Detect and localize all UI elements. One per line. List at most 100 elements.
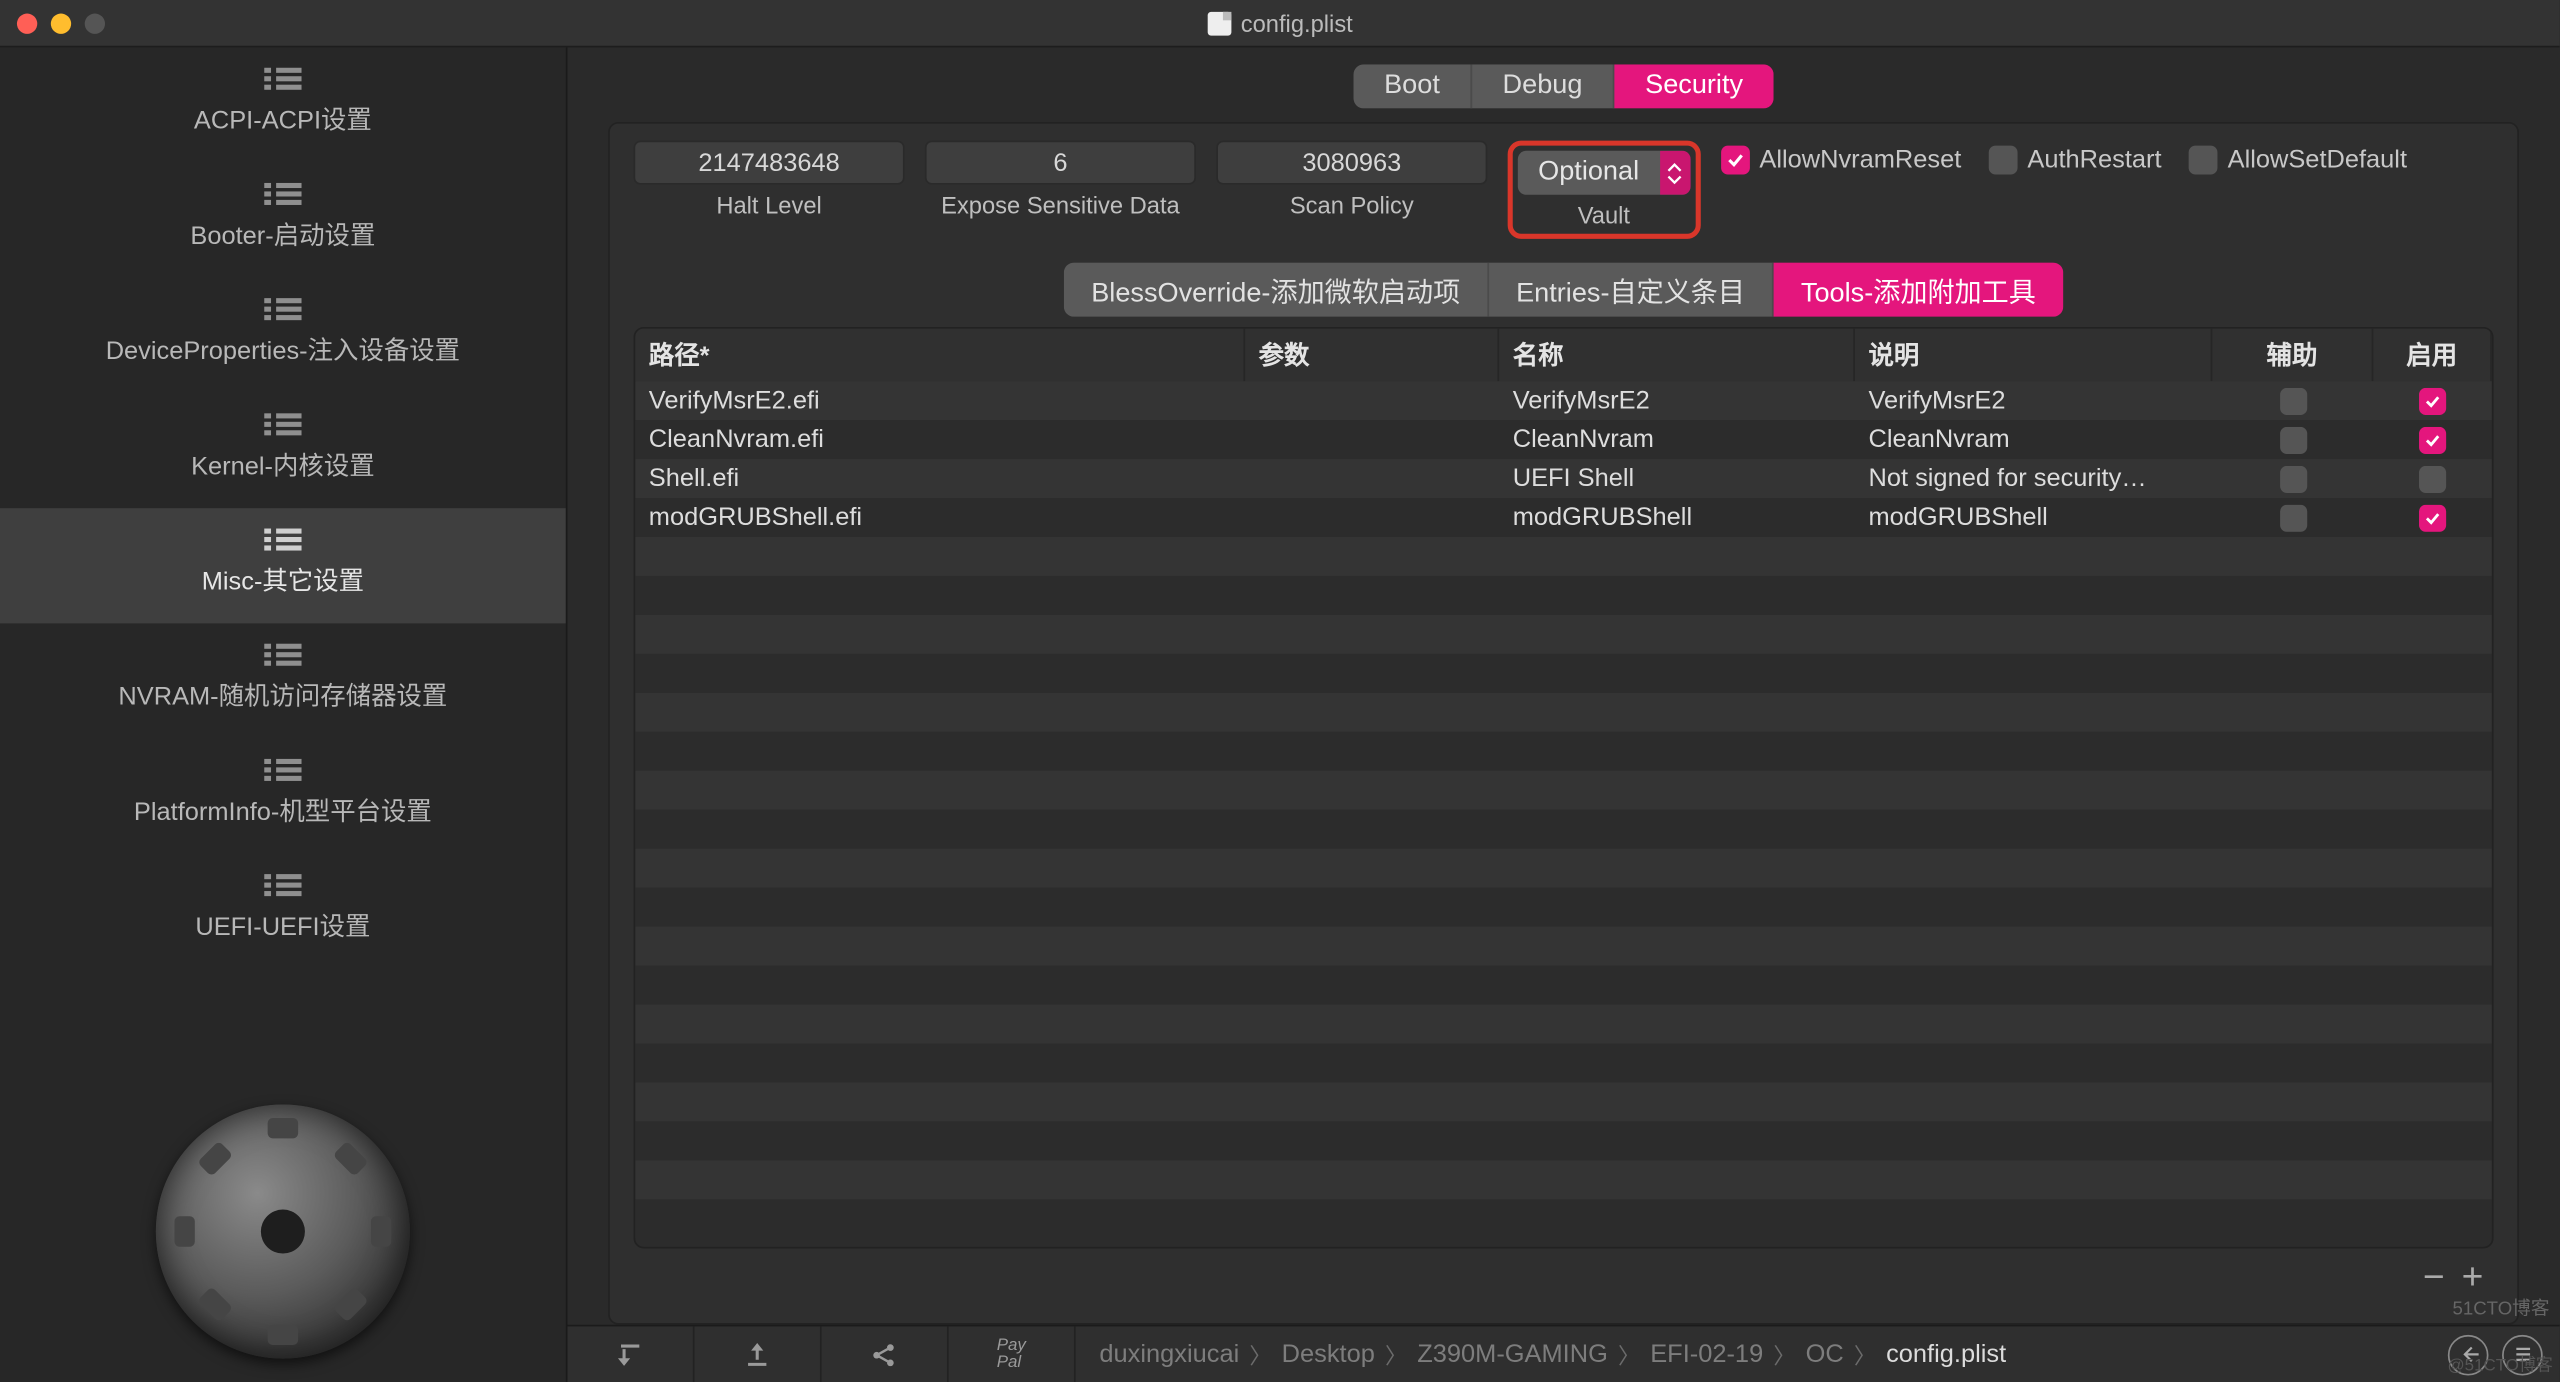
breadcrumb-item[interactable]: Z390M-GAMING — [1417, 1340, 1608, 1369]
tools-table: 路径* 参数 名称 说明 辅助 启用 VerifyMsrE2.efiVerify… — [634, 327, 2494, 1249]
table-row-empty — [635, 888, 2492, 927]
table-row[interactable]: modGRUBShell.efimodGRUBShellmodGRUBShell — [635, 498, 2492, 537]
table-row-empty — [635, 810, 2492, 849]
sidebar-item-1[interactable]: Booter-启动设置 — [0, 163, 566, 278]
auth-restart-checkbox[interactable]: AuthRestart — [1988, 146, 2161, 175]
share-icon[interactable] — [822, 1326, 949, 1382]
enable-checkbox — [2373, 504, 2492, 531]
vault-select[interactable]: Optional — [1518, 151, 1690, 195]
sidebar-item-5[interactable]: NVRAM-随机访问存储器设置 — [0, 623, 566, 738]
file-icon — [1207, 11, 1231, 35]
list-icon — [264, 874, 301, 898]
table-row[interactable]: VerifyMsrE2.efiVerifyMsrE2VerifyMsrE2 — [635, 381, 2492, 420]
table-row-empty — [635, 576, 2492, 615]
table-row-empty — [635, 1044, 2492, 1083]
allow-set-default-checkbox[interactable]: AllowSetDefault — [2189, 146, 2407, 175]
breadcrumb-item[interactable]: EFI-02-19 — [1650, 1340, 1763, 1369]
remove-row-button[interactable]: − — [2423, 1255, 2445, 1299]
bottom-toolbar: Pay Pal duxingxiucai 〉 Desktop 〉 Z390M-GAMIN… — [567, 1325, 2559, 1382]
enable-checkbox — [2373, 426, 2492, 453]
expose-sensitive-data-label: Expose Sensitive Data — [941, 191, 1180, 218]
sidebar-item-7[interactable]: UEFI-UEFI设置 — [0, 854, 566, 969]
sidebar: ACPI-ACPI设置 Booter-启动设置 DeviceProperties-注… — [0, 47, 567, 1382]
dial-control[interactable] — [156, 1104, 410, 1358]
list-icon — [264, 298, 301, 322]
chevron-right-icon: 〉 — [1249, 1338, 1271, 1370]
add-row-button[interactable]: + — [2462, 1255, 2484, 1299]
breadcrumb-item[interactable]: duxingxiucai — [1099, 1340, 1239, 1369]
titlebar: config.plist — [0, 0, 2560, 47]
scan-policy-label: Scan Policy — [1290, 191, 1414, 218]
breadcrumb: duxingxiucai 〉 Desktop 〉 Z390M-GAMING 〉 EFI-02… — [1076, 1326, 2431, 1382]
subtab-2[interactable]: Tools-添加附加工具 — [1774, 263, 2063, 317]
aux-checkbox — [2212, 465, 2373, 492]
breadcrumb-item[interactable]: config.plist — [1886, 1340, 2006, 1369]
window-close-button[interactable] — [17, 13, 37, 33]
tab-boot[interactable]: Boot — [1354, 64, 1472, 108]
sidebar-item-label: DeviceProperties-注入设备设置 — [106, 332, 460, 368]
chevron-right-icon: 〉 — [1385, 1338, 1407, 1370]
halt-level-input[interactable] — [634, 141, 905, 185]
table-row-empty — [635, 1160, 2492, 1199]
chevron-updown-icon — [1659, 151, 1689, 195]
allow-nvram-reset-checkbox[interactable]: AllowNvramReset — [1720, 146, 1961, 175]
list-icon — [264, 413, 301, 437]
list-icon — [264, 759, 301, 783]
table-row-empty — [635, 927, 2492, 966]
chevron-right-icon: 〉 — [1854, 1338, 1876, 1370]
table-row[interactable]: CleanNvram.efiCleanNvramCleanNvram — [635, 420, 2492, 459]
breadcrumb-item[interactable]: Desktop — [1282, 1340, 1375, 1369]
aux-checkbox — [2212, 426, 2373, 453]
chevron-right-icon: 〉 — [1618, 1338, 1640, 1370]
expose-sensitive-data-input[interactable] — [925, 141, 1196, 185]
list-icon — [264, 644, 301, 668]
table-row-empty — [635, 1082, 2492, 1121]
table-row-empty — [635, 693, 2492, 732]
table-row-empty — [635, 1199, 2492, 1238]
paypal-icon[interactable]: Pay Pal — [949, 1326, 1076, 1382]
table-row-empty — [635, 615, 2492, 654]
col-enable[interactable]: 启用 — [2373, 329, 2492, 382]
table-row-empty — [635, 1005, 2492, 1044]
list-icon — [264, 183, 301, 207]
chevron-right-icon: 〉 — [1773, 1338, 1795, 1370]
table-row[interactable]: Shell.efiUEFI ShellNot signed for securi… — [635, 459, 2492, 498]
scan-policy-input[interactable] — [1216, 141, 1487, 185]
sidebar-item-6[interactable]: PlatformInfo-机型平台设置 — [0, 739, 566, 854]
col-aux[interactable]: 辅助 — [2212, 329, 2373, 382]
watermark: 51CTO博客 — [2452, 1294, 2549, 1321]
sidebar-item-2[interactable]: DeviceProperties-注入设备设置 — [0, 278, 566, 393]
table-row-empty — [635, 966, 2492, 1005]
subtab-1[interactable]: Entries-自定义条目 — [1489, 263, 1774, 317]
export-icon[interactable] — [695, 1326, 822, 1382]
col-path[interactable]: 路径* — [635, 329, 1245, 382]
vault-label: Vault — [1578, 202, 1630, 229]
main-panel: BootDebugSecurity Halt Level Expose Sens… — [567, 47, 2559, 1382]
sidebar-item-0[interactable]: ACPI-ACPI设置 — [0, 47, 566, 162]
window-maximize-button[interactable] — [85, 13, 105, 33]
breadcrumb-item[interactable]: OC — [1806, 1340, 1844, 1369]
subtab-0[interactable]: BlessOverride-添加微软启动项 — [1064, 263, 1489, 317]
table-row-empty — [635, 537, 2492, 576]
table-row-empty — [635, 1121, 2492, 1160]
vault-highlight: Optional Vault — [1508, 141, 1700, 239]
sidebar-item-label: Booter-启动设置 — [190, 217, 375, 253]
import-icon[interactable] — [567, 1326, 694, 1382]
tab-security[interactable]: Security — [1615, 64, 1774, 108]
enable-checkbox — [2373, 465, 2492, 492]
subtabs: BlessOverride-添加微软启动项Entries-自定义条目Tools-… — [1064, 263, 2063, 317]
window-minimize-button[interactable] — [51, 13, 71, 33]
table-row-empty — [635, 771, 2492, 810]
list-icon — [264, 529, 301, 553]
watermark-tag: @51CTO博客 — [2447, 1350, 2552, 1375]
col-args[interactable]: 参数 — [1245, 329, 1499, 382]
tab-debug[interactable]: Debug — [1472, 64, 1615, 108]
sidebar-item-3[interactable]: Kernel-内核设置 — [0, 393, 566, 508]
col-desc[interactable]: 说明 — [1855, 329, 2212, 382]
halt-level-label: Halt Level — [716, 191, 821, 218]
sidebar-item-4[interactable]: Misc-其它设置 — [0, 508, 566, 623]
sidebar-item-label: UEFI-UEFI设置 — [195, 908, 370, 944]
list-icon — [264, 68, 301, 92]
sidebar-item-label: PlatformInfo-机型平台设置 — [134, 793, 432, 829]
col-name[interactable]: 名称 — [1499, 329, 1855, 382]
